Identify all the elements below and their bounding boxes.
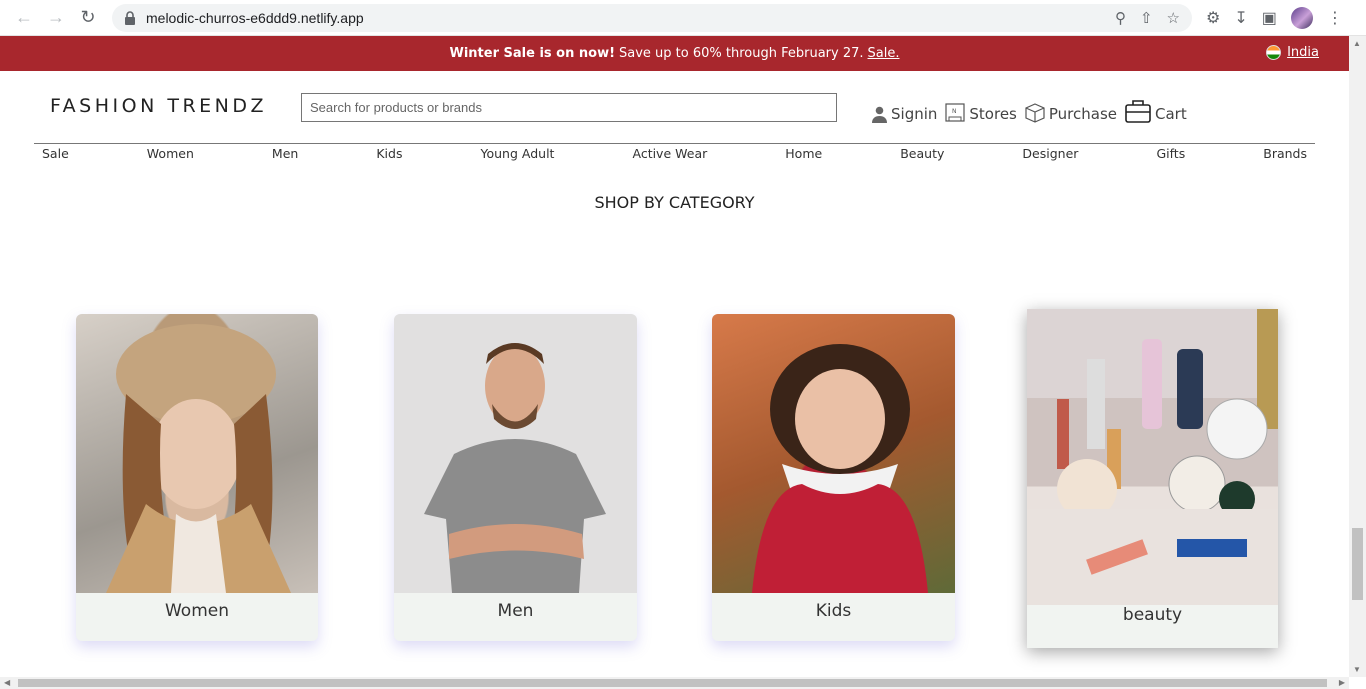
category-label-men: Men [497,601,534,621]
nav-item-home[interactable]: Home [785,146,822,161]
vertical-scrollbar[interactable]: ▲ ▼ [1349,36,1366,677]
nav-item-young-adult[interactable]: Young Adult [481,146,555,161]
category-card-kids[interactable]: Kids [712,314,955,641]
nav-item-sale[interactable]: Sale [42,146,69,161]
vertical-scroll-thumb[interactable] [1352,528,1363,600]
scroll-left-icon[interactable]: ◀ [4,678,10,687]
beauty-photo [1027,309,1278,605]
reload-icon[interactable]: ↻ [74,4,102,32]
nav-item-active-wear[interactable]: Active Wear [632,146,707,161]
site-logo[interactable]: FASHION TRENDZ [50,95,267,117]
horizontal-scroll-thumb[interactable] [18,679,1327,687]
zoom-icon[interactable]: ⚲ [1115,9,1126,27]
category-label-beauty: beauty [1122,605,1183,625]
nav-item-designer[interactable]: Designer [1022,146,1078,161]
url-text: melodic-churros-e6ddd9.netlify.app [146,9,364,26]
purchase-link[interactable]: Purchase [1025,103,1117,123]
menu-kebab-icon[interactable]: ⋮ [1327,8,1343,28]
cart-link[interactable]: Cart [1125,99,1187,123]
store-icon: N [945,103,966,122]
bookmark-star-icon[interactable]: ☆ [1167,9,1180,27]
promo-banner: Winter Sale is on now! Save up to 60% th… [0,36,1349,71]
india-flag-icon [1266,45,1282,60]
site-header: FASHION TRENDZ Signin N Stores Purchase … [0,71,1349,143]
box-icon [1025,103,1045,123]
category-label-kids: Kids [815,601,852,621]
share-icon[interactable]: ⇧ [1140,9,1153,27]
category-card-women[interactable]: Women [76,314,318,641]
extensions-icon[interactable]: ⚙ [1206,8,1220,28]
promo-headline: Winter Sale is on now! [449,46,616,61]
nav-item-women[interactable]: Women [147,146,194,161]
nav-item-kids[interactable]: Kids [376,146,402,161]
browser-toolbar: ← → ↻ melodic-churros-e6ddd9.netlify.app… [0,0,1366,36]
address-bar[interactable]: melodic-churros-e6ddd9.netlify.app ⚲ ⇧ ☆ [112,3,1192,32]
scroll-down-icon[interactable]: ▼ [1353,665,1361,674]
stores-link[interactable]: N Stores [945,103,1017,123]
country-label: India [1287,45,1319,60]
svg-text:N: N [952,108,957,115]
nav-item-gifts[interactable]: Gifts [1156,146,1185,161]
profile-avatar[interactable] [1290,6,1313,29]
section-title: SHOP BY CATEGORY [594,193,755,212]
download-icon[interactable]: ↧ [1234,8,1247,28]
user-icon [872,106,887,123]
horizontal-scrollbar[interactable]: ◀ ▶ [0,677,1349,689]
category-card-beauty[interactable]: beauty [1027,309,1278,648]
promo-text: Save up to 60% through February 27. [619,46,864,61]
lock-icon [125,10,135,25]
briefcase-icon [1125,100,1151,123]
nav-item-men[interactable]: Men [272,146,298,161]
country-selector[interactable]: India [1266,45,1319,60]
header-divider [34,143,1315,144]
promo-sale-link[interactable]: Sale. [868,46,900,61]
signin-link[interactable]: Signin [872,105,937,123]
side-panel-icon[interactable]: ▣ [1262,8,1277,28]
category-card-men[interactable]: Men [394,314,637,641]
category-label-women: Women [164,601,229,621]
scroll-up-icon[interactable]: ▲ [1353,39,1361,48]
nav-item-beauty[interactable]: Beauty [900,146,944,161]
forward-icon[interactable]: → [42,4,70,32]
nav-item-brands[interactable]: Brands [1263,146,1307,161]
search-input[interactable] [301,93,837,122]
category-nav: Sale Women Men Kids Young Adult Active W… [34,146,1315,161]
women-photo [76,314,318,593]
back-icon[interactable]: ← [10,4,38,32]
kids-photo [712,314,955,593]
men-photo [394,314,637,593]
scroll-right-icon[interactable]: ▶ [1339,678,1345,687]
